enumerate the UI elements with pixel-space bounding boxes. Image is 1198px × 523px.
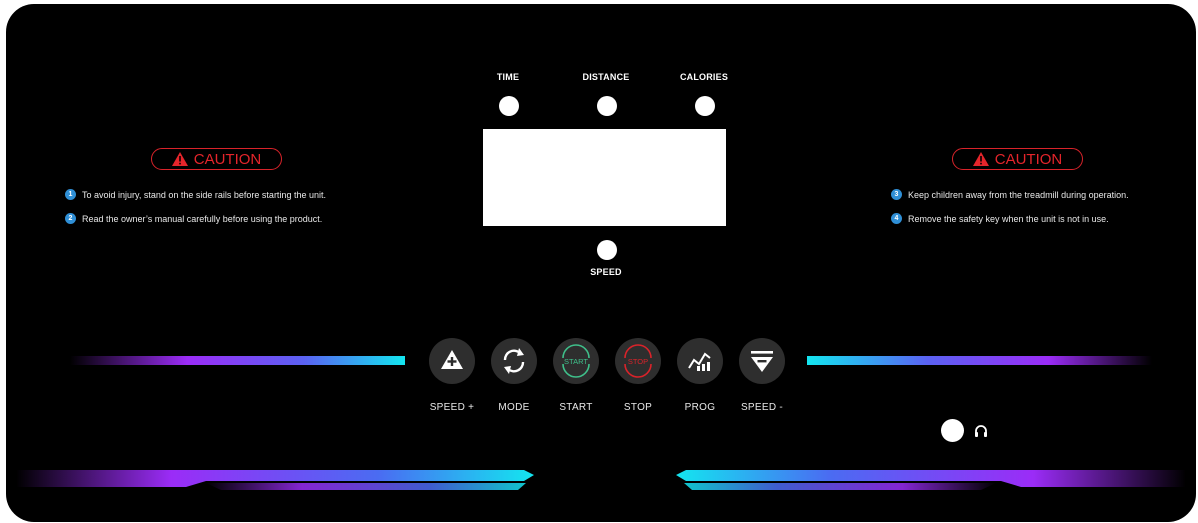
start-icon-text: START — [564, 357, 588, 366]
stop-icon-text: STOP — [628, 357, 648, 366]
distance-indicator-led — [597, 96, 617, 116]
control-panel: TIME DISTANCE CALORIES SPEED CAUTION 1 T… — [6, 4, 1196, 522]
stop-circle-icon: STOP — [624, 344, 652, 378]
speed-indicator-led — [597, 240, 617, 260]
calories-indicator-led — [695, 96, 715, 116]
speed-down-label: SPEED - — [740, 402, 784, 413]
caution-badge-left: CAUTION — [151, 148, 282, 170]
program-button[interactable] — [677, 338, 723, 384]
caution-label-left: CAUTION — [193, 150, 262, 168]
lcd-display — [483, 129, 726, 226]
speed-up-label: SPEED + — [429, 402, 475, 413]
speed-down-button[interactable] — [739, 338, 785, 384]
time-label: TIME — [496, 72, 520, 82]
caution-badge-right: CAUTION — [952, 148, 1083, 170]
start-label: START — [559, 402, 593, 413]
note-4: 4 Remove the safety key when the unit is… — [891, 213, 1109, 224]
calories-label: CALORIES — [679, 72, 729, 82]
speed-label: SPEED — [590, 267, 622, 277]
note-1: 1 To avoid injury, stand on the side rai… — [65, 189, 326, 200]
start-circle-icon: START — [562, 344, 590, 378]
speed-up-button[interactable] — [429, 338, 475, 384]
caution-label-right: CAUTION — [994, 150, 1063, 168]
stop-label: STOP — [623, 402, 653, 413]
time-indicator-led — [499, 96, 519, 116]
note-number: 2 — [65, 213, 76, 224]
warning-icon — [972, 152, 989, 166]
glow-bar-left — [70, 356, 405, 365]
note-text: Keep children away from the treadmill du… — [908, 189, 1129, 200]
note-number: 1 — [65, 189, 76, 200]
note-number: 3 — [891, 189, 902, 200]
note-text: Remove the safety key when the unit is n… — [908, 213, 1109, 224]
distance-label: DISTANCE — [582, 72, 630, 82]
note-number: 4 — [891, 213, 902, 224]
headphone-icon — [975, 425, 987, 437]
program-graph-icon — [688, 352, 711, 371]
warning-icon — [171, 152, 188, 166]
start-button[interactable]: START — [553, 338, 599, 384]
mode-label: MODE — [498, 402, 530, 413]
glow-bar-right — [807, 356, 1152, 365]
cycle-arrows-icon — [503, 348, 525, 374]
plus-triangle-icon — [441, 350, 463, 369]
note-text: To avoid injury, stand on the side rails… — [82, 189, 326, 200]
mode-button[interactable] — [491, 338, 537, 384]
safety-key-button[interactable] — [941, 419, 964, 442]
bottom-glow-strips — [16, 470, 1186, 490]
note-2: 2 Read the owner’s manual carefully befo… — [65, 213, 322, 224]
program-label: PROG — [684, 402, 716, 413]
minus-triangle-icon — [751, 351, 773, 372]
note-text: Read the owner’s manual carefully before… — [82, 213, 323, 224]
stop-button[interactable]: STOP — [615, 338, 661, 384]
note-3: 3 Keep children away from the treadmill … — [891, 189, 1129, 200]
